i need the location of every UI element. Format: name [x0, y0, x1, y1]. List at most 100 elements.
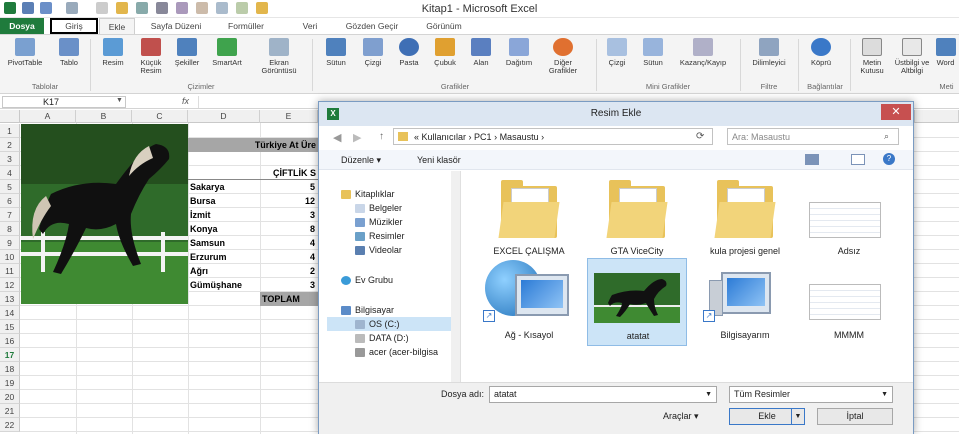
nav-music[interactable]: Müzikler — [355, 215, 403, 229]
city-cell[interactable]: Samsun — [188, 236, 260, 250]
line-chart-button[interactable]: Çizgi — [356, 38, 390, 82]
wordart-button[interactable]: Word — [932, 38, 959, 82]
chevron-down-icon[interactable]: ▼ — [791, 409, 804, 424]
breadcrumb-item[interactable]: Masaustu — [500, 132, 539, 142]
row-header[interactable]: 14 — [0, 306, 20, 320]
tab-file[interactable]: Dosya — [0, 18, 44, 34]
name-box[interactable]: K17 — [2, 96, 126, 108]
file-item[interactable]: EXCEL ÇALIŞMA — [479, 174, 579, 262]
city-cell[interactable]: Gümüşhane — [188, 278, 260, 292]
new-folder-button[interactable]: Yeni klasör — [417, 155, 461, 165]
nav-homegroup[interactable]: Ev Grubu — [341, 273, 393, 287]
tab-page-layout[interactable]: Sayfa Düzeni — [140, 18, 212, 34]
nav-videos[interactable]: Videolar — [355, 243, 402, 257]
value-cell[interactable]: 4 — [260, 250, 318, 264]
value-cell[interactable]: 8 — [260, 222, 318, 236]
row-header[interactable]: 17 — [0, 348, 20, 362]
total-label[interactable]: TOPLAM — [260, 292, 318, 306]
close-button[interactable]: ✕ — [881, 104, 911, 120]
formula-input[interactable] — [198, 96, 318, 108]
city-cell[interactable]: Ağrı — [188, 264, 260, 278]
nav-drive-d[interactable]: DATA (D:) — [355, 331, 409, 345]
city-cell[interactable]: İzmit — [188, 208, 260, 222]
back-icon[interactable]: ◀ — [333, 131, 341, 144]
file-item[interactable]: GTA ViceCity — [587, 174, 687, 262]
sparkline-line-button[interactable]: Çizgi — [600, 38, 634, 82]
pivottable-button[interactable]: PivotTable — [2, 38, 48, 82]
row-header[interactable]: 22 — [0, 418, 20, 432]
bar-chart-button[interactable]: Çubuk — [428, 38, 462, 82]
file-item[interactable]: ↗ Ağ - Kısayol — [479, 258, 579, 346]
row-header[interactable]: 18 — [0, 362, 20, 376]
search-input[interactable]: Ara: Masaustu ⌕ — [727, 128, 899, 145]
nav-network-drive[interactable]: acer (acer-bilgisa — [355, 345, 451, 359]
nav-scrollbar[interactable] — [451, 171, 460, 382]
header-footer-button[interactable]: Üstbilgi ve Altbilgi — [892, 38, 932, 82]
nav-computer[interactable]: Bilgisayar — [341, 303, 394, 317]
file-item[interactable]: ↗ Bilgisayarım — [695, 258, 795, 346]
city-cell[interactable]: Konya — [188, 222, 260, 236]
tools-button[interactable]: Araçlar ▾ — [663, 411, 699, 422]
city-cell[interactable]: Sakarya — [188, 180, 260, 194]
filetype-select[interactable]: Tüm Resimler ▼ — [729, 386, 893, 403]
nav-documents[interactable]: Belgeler — [355, 201, 402, 215]
chevron-down-icon[interactable]: ▼ — [705, 387, 712, 402]
row-header[interactable]: 15 — [0, 320, 20, 334]
row-header[interactable]: 4 — [0, 166, 20, 180]
sparkline-column-button[interactable]: Sütun — [636, 38, 670, 82]
nav-libraries[interactable]: Kitaplıklar — [341, 187, 395, 201]
row-header[interactable]: 5 — [0, 180, 20, 194]
column-header[interactable]: C — [132, 110, 188, 123]
nav-drive-c[interactable]: OS (C:) — [327, 317, 451, 331]
table-button[interactable]: Tablo — [52, 38, 86, 82]
value-cell[interactable]: 2 — [260, 264, 318, 278]
select-all-corner[interactable] — [0, 110, 20, 123]
tab-data[interactable]: Veri — [290, 18, 330, 34]
row-header[interactable]: 9 — [0, 236, 20, 250]
preview-pane-icon[interactable] — [851, 154, 865, 165]
column-header[interactable]: D — [188, 110, 260, 123]
value-cell[interactable]: 5 — [260, 180, 318, 194]
row-header[interactable]: 21 — [0, 404, 20, 418]
clipart-button[interactable]: Küçük Resim — [134, 38, 168, 82]
forward-icon[interactable]: ▶ — [353, 131, 361, 144]
value-cell[interactable]: 4 — [260, 236, 318, 250]
picture-button[interactable]: Resim — [94, 38, 132, 82]
sheet-title[interactable]: Türkiye At Üre — [188, 138, 318, 152]
textbox-button[interactable]: Metin Kutusu — [852, 38, 892, 82]
hyperlink-button[interactable]: Köprü — [802, 38, 840, 82]
value-cell[interactable]: 12 — [260, 194, 318, 208]
row-header[interactable]: 1 — [0, 124, 20, 138]
view-options-icon[interactable] — [805, 154, 819, 165]
sheet-subtitle[interactable]: ÇİFTLİK S — [188, 166, 318, 180]
tab-view[interactable]: Görünüm — [416, 18, 472, 34]
organize-button[interactable]: Düzenle ▾ — [341, 155, 381, 166]
help-icon[interactable]: ? — [883, 153, 895, 165]
scatter-chart-button[interactable]: Dağıtım — [500, 38, 538, 82]
file-item[interactable]: MMMM — [799, 258, 899, 346]
chevron-down-icon[interactable]: ▼ — [116, 97, 123, 104]
row-header[interactable]: 3 — [0, 152, 20, 166]
row-header[interactable]: 10 — [0, 250, 20, 264]
column-header[interactable]: E — [260, 110, 318, 123]
file-item[interactable]: kula projesi genel — [695, 174, 795, 262]
screenshot-button[interactable]: Ekran Görüntüsü — [252, 38, 306, 82]
other-charts-button[interactable]: Diğer Grafikler — [540, 38, 586, 82]
row-header[interactable]: 13 — [0, 292, 20, 306]
breadcrumb-item[interactable]: Kullanıcılar — [422, 132, 467, 142]
row-header[interactable]: 11 — [0, 264, 20, 278]
pie-chart-button[interactable]: Pasta — [392, 38, 426, 82]
tab-insert[interactable]: Ekle — [99, 18, 135, 34]
row-header[interactable]: 12 — [0, 278, 20, 292]
row-header[interactable]: 8 — [0, 222, 20, 236]
filename-input[interactable]: atatat ▼ — [489, 386, 717, 403]
breadcrumb-item[interactable]: PC1 — [474, 132, 492, 142]
row-header[interactable]: 16 — [0, 334, 20, 348]
file-item-selected[interactable]: atatat — [587, 258, 687, 346]
row-header[interactable]: 7 — [0, 208, 20, 222]
column-header-partial[interactable] — [914, 110, 959, 123]
column-header[interactable]: B — [76, 110, 132, 123]
column-chart-button[interactable]: Sütun — [318, 38, 354, 82]
chevron-down-icon[interactable]: ▼ — [881, 387, 888, 402]
refresh-icon[interactable]: ⟳ — [696, 131, 704, 142]
